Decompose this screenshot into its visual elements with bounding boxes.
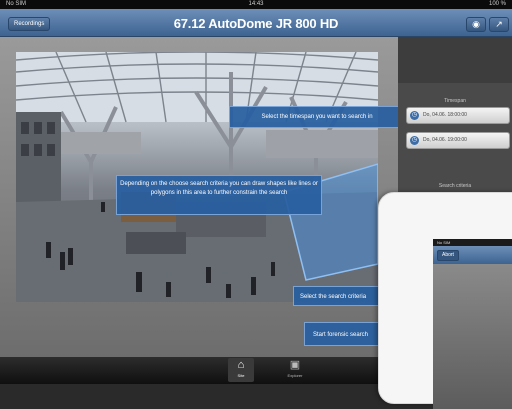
second-carrier-label: No SIM: [437, 240, 451, 245]
explorer-icon: ▣: [289, 359, 301, 371]
battery-label: 100 %: [488, 1, 506, 7]
timespan-tooltip: Select the timespan you want to search i…: [229, 106, 405, 128]
tab-site[interactable]: ⌂ Site: [228, 358, 254, 382]
timespan-from-value: Do, 04.06. 18:00:00: [423, 112, 467, 118]
timespan-to-row[interactable]: ◷ Do, 04.06. 19:00:00: [406, 132, 510, 149]
timespan-to-value: Do, 04.06. 19:00:00: [423, 137, 467, 143]
export-icon: ↗: [495, 19, 503, 29]
abort-button[interactable]: Abort: [437, 250, 459, 261]
search-icon: ◉: [472, 19, 480, 29]
criteria-tooltip: Select the search criteria: [293, 286, 383, 306]
export-button[interactable]: ↗: [489, 17, 509, 32]
start-search-tooltip[interactable]: Start forensic search: [304, 322, 382, 346]
second-nav-bar: Abort: [433, 246, 512, 264]
second-device-frame: No SIM Abort: [378, 192, 512, 409]
tab-site-label: Site: [237, 373, 245, 378]
second-status-bar: No SIM: [433, 239, 512, 246]
page-title: 67.12 AutoDome JR 800 HD: [173, 16, 339, 31]
tab-explorer-label: Explorer: [287, 373, 303, 378]
shapes-tooltip-text: Depending on the choose search criteria …: [120, 181, 318, 196]
timespan-tooltip-text: Select the timespan you want to search i…: [261, 114, 373, 120]
clock-icon: ◷: [410, 111, 419, 120]
navigation-bar: Recordings 67.12 AutoDome JR 800 HD ◉ ↗: [0, 9, 512, 37]
search-button[interactable]: ◉: [466, 17, 486, 32]
status-bar: No SIM 14:43 100 %: [0, 0, 512, 9]
timespan-from-row[interactable]: ◷ Do, 04.06. 18:00:00: [406, 107, 510, 124]
shapes-tooltip: Depending on the choose search criteria …: [116, 175, 322, 215]
home-icon: ⌂: [237, 359, 245, 371]
search-criteria-label: Search criteria: [438, 183, 472, 189]
tab-explorer[interactable]: ▣ Explorer: [282, 358, 308, 382]
timespan-label: Timespan: [444, 98, 466, 104]
side-panel-header: [398, 37, 512, 83]
clock-label: 14:43: [248, 1, 264, 7]
second-device-content: [433, 264, 512, 409]
clock-icon: ◷: [410, 136, 419, 145]
criteria-tooltip-text: Select the search criteria: [300, 294, 367, 300]
start-search-text: Start forensic search: [313, 332, 369, 338]
